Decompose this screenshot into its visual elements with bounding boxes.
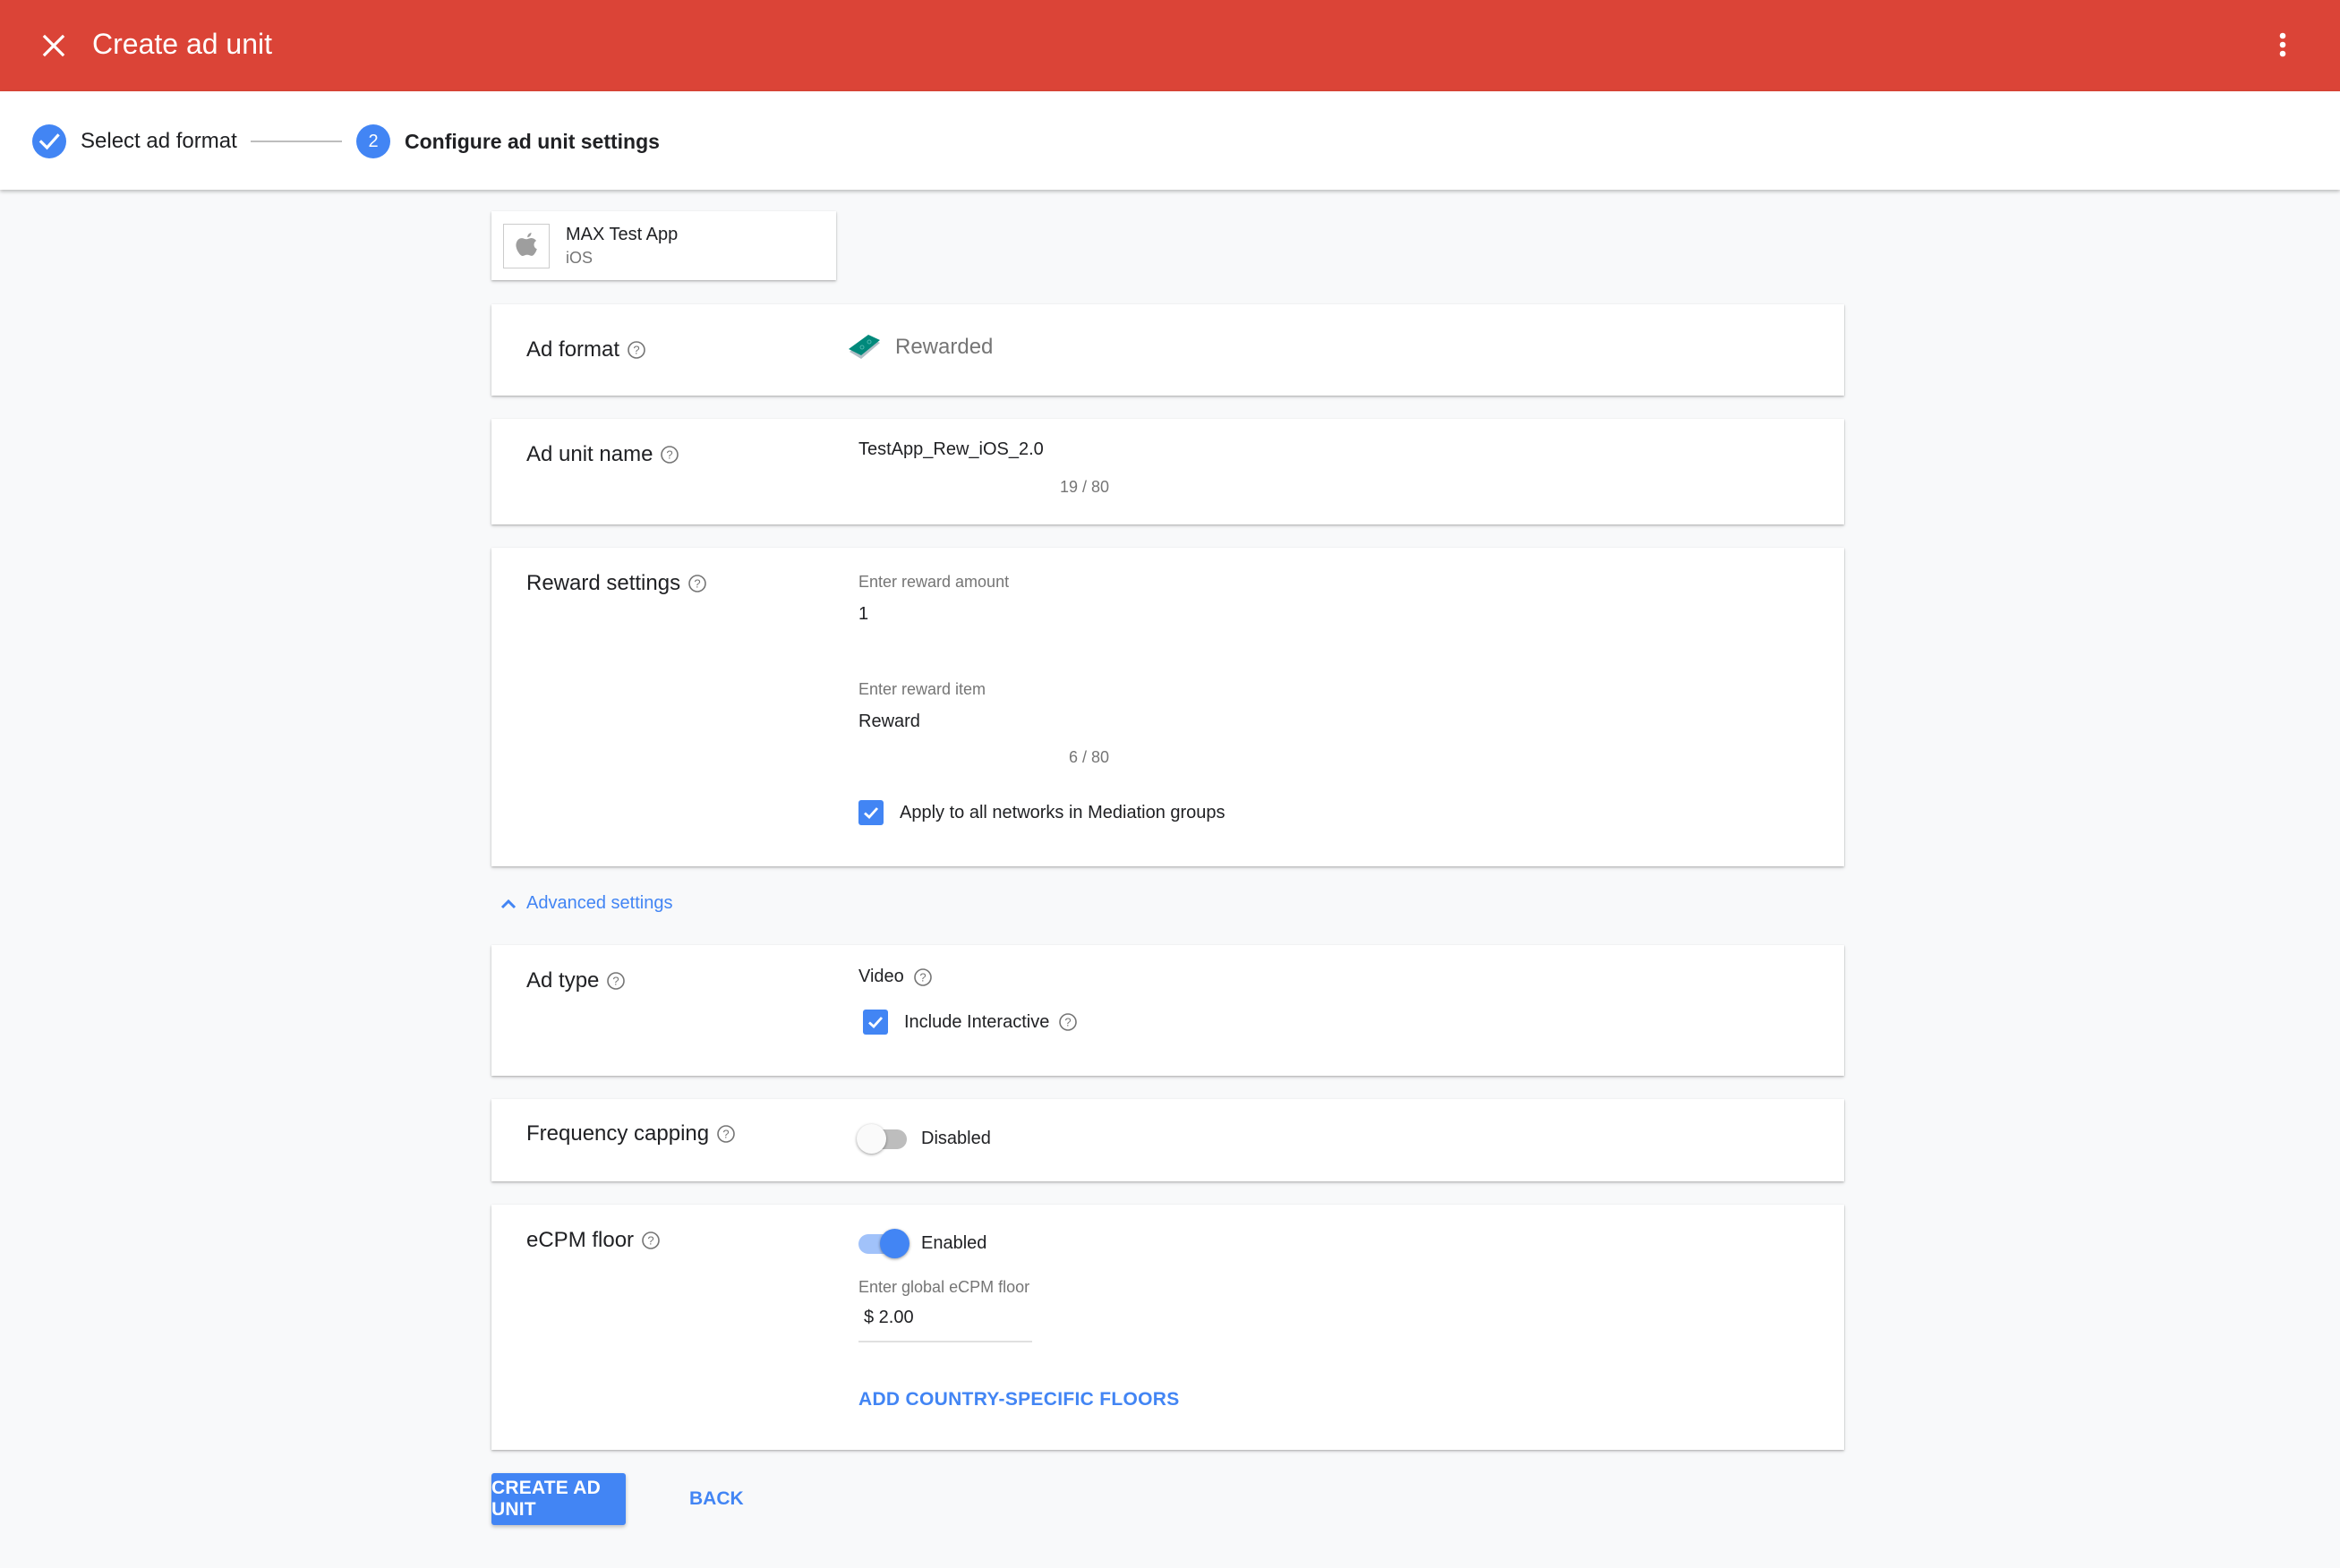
ad-unit-name-field[interactable]: TestApp_Rew_iOS_2.0 19 / 80: [858, 437, 1109, 498]
frequency-capping-toggle[interactable]: [857, 1123, 909, 1154]
help-icon[interactable]: ?: [606, 971, 626, 991]
check-icon: [38, 133, 60, 150]
ad-format-label: Ad format ?: [526, 336, 646, 364]
frequency-capping-state: Disabled: [921, 1128, 991, 1148]
reward-amount-field[interactable]: Enter reward amount 1: [858, 571, 1009, 626]
ad-format-card: Ad format ? Rewarded: [491, 304, 1844, 396]
svg-text:?: ?: [647, 1234, 653, 1248]
step-2-label: Configure ad unit settings: [405, 130, 660, 153]
svg-text:?: ?: [613, 975, 619, 988]
reward-item-counter: 6 / 80: [1068, 748, 1109, 766]
include-interactive-checkbox[interactable]: [863, 1010, 888, 1035]
frequency-capping-toggle-row: Disabled: [857, 1123, 991, 1154]
svg-text:?: ?: [723, 1128, 730, 1141]
app-platform: iOS: [566, 249, 594, 267]
reward-item-input[interactable]: Reward: [858, 709, 1109, 734]
reward-amount-label: Enter reward amount: [858, 573, 1010, 591]
frequency-capping-label: Frequency capping ?: [526, 1120, 736, 1148]
reward-item-field[interactable]: Enter reward item Reward 6 / 80: [858, 678, 1109, 768]
step-1-label[interactable]: Select ad format: [81, 127, 237, 156]
help-icon[interactable]: ?: [913, 967, 933, 987]
apply-all-networks-label[interactable]: Apply to all networks in Mediation group…: [900, 803, 1226, 823]
global-ecpm-floor-field[interactable]: Enter global eCPM floor $ 2.00: [858, 1276, 1032, 1342]
ecpm-floor-state: Enabled: [921, 1232, 987, 1253]
ad-unit-name-label: Ad unit name ?: [526, 440, 679, 469]
step-1-completed-badge[interactable]: [32, 124, 66, 158]
close-button[interactable]: [36, 28, 72, 64]
stepper: Select ad format 2 Configure ad unit set…: [0, 91, 2340, 190]
advanced-settings-label[interactable]: Advanced settings: [526, 893, 672, 914]
ecpm-floor-label-text: eCPM floor: [526, 1228, 635, 1252]
app-name: MAX Test App: [566, 225, 679, 244]
input-underline: [858, 1341, 1032, 1342]
add-country-floors-link[interactable]: ADD COUNTRY-SPECIFIC FLOORS: [858, 1389, 1180, 1410]
include-interactive-label[interactable]: Include Interactive: [904, 1012, 1049, 1033]
svg-text:?: ?: [694, 577, 700, 591]
close-icon: [42, 34, 65, 57]
chevron-up-icon: [500, 899, 517, 908]
help-icon[interactable]: ?: [1058, 1012, 1078, 1032]
page-title: Create ad unit: [92, 28, 273, 60]
more-options-button[interactable]: [2268, 28, 2297, 64]
create-ad-unit-button[interactable]: CREATE AD UNIT: [491, 1473, 626, 1525]
step-2-number-badge: 2: [356, 124, 390, 158]
back-button[interactable]: BACK: [689, 1473, 744, 1525]
apply-all-networks-row: Apply to all networks in Mediation group…: [858, 800, 1226, 825]
ad-format-value-text: Rewarded: [895, 335, 994, 359]
ecpm-floor-toggle[interactable]: [857, 1228, 910, 1258]
reward-settings-card: Reward settings ? Enter reward amount 1 …: [491, 548, 1844, 866]
global-ecpm-floor-input[interactable]: $ 2.00: [858, 1305, 1032, 1330]
ecpm-floor-card: eCPM floor ? Enabled Enter global eCPM f…: [491, 1205, 1844, 1450]
global-ecpm-floor-label: Enter global eCPM floor: [858, 1278, 1030, 1296]
video-row: Video ?: [858, 967, 933, 987]
app-card: MAX Test App iOS: [491, 211, 836, 280]
apple-icon: [516, 233, 537, 257]
video-label: Video: [858, 967, 904, 986]
include-interactive-row: Include Interactive ?: [863, 1010, 1078, 1035]
reward-settings-label: Reward settings ?: [526, 569, 707, 598]
ad-type-label: Ad type ?: [526, 967, 626, 995]
svg-text:?: ?: [919, 970, 926, 984]
toggle-thumb: [857, 1124, 886, 1154]
ad-type-card: Ad type ? Video ? Include Interactive ?: [491, 945, 1844, 1076]
help-icon[interactable]: ?: [687, 574, 707, 593]
help-icon[interactable]: ?: [716, 1124, 736, 1144]
help-icon[interactable]: ?: [627, 340, 646, 360]
check-icon: [868, 1017, 884, 1028]
reward-amount-input[interactable]: 1: [858, 601, 1009, 626]
rewarded-icon: [849, 335, 880, 359]
more-vert-icon: [2279, 32, 2286, 57]
apply-all-networks-checkbox[interactable]: [858, 800, 884, 825]
check-icon: [864, 807, 879, 819]
frequency-capping-label-text: Frequency capping: [526, 1121, 710, 1146]
ad-format-value: Rewarded: [847, 332, 993, 362]
ad-unit-name-counter: 19 / 80: [1059, 478, 1109, 496]
ad-unit-name-label-text: Ad unit name: [526, 442, 653, 466]
toggle-thumb: [880, 1229, 910, 1258]
include-interactive-label-group: Include Interactive ?: [904, 1012, 1078, 1033]
reward-settings-label-text: Reward settings: [526, 571, 681, 595]
svg-text:?: ?: [1065, 1016, 1072, 1029]
ecpm-floor-toggle-row: Enabled: [857, 1228, 986, 1258]
ad-unit-name-card: Ad unit name ? TestApp_Rew_iOS_2.0 19 / …: [491, 419, 1844, 524]
app-icon-box: [503, 224, 550, 268]
ad-type-label-text: Ad type: [526, 968, 600, 993]
step-connector: [251, 141, 342, 142]
ecpm-floor-label: eCPM floor ?: [526, 1226, 661, 1255]
advanced-settings-toggle[interactable]: Advanced settings: [500, 893, 672, 914]
ad-format-label-text: Ad format: [526, 337, 620, 362]
reward-item-label: Enter reward item: [858, 680, 986, 698]
svg-text:?: ?: [633, 344, 639, 357]
app-bar: Create ad unit: [0, 0, 2340, 91]
ad-unit-name-input[interactable]: TestApp_Rew_iOS_2.0: [858, 437, 1109, 462]
svg-text:?: ?: [667, 448, 673, 462]
help-icon[interactable]: ?: [660, 445, 679, 464]
frequency-capping-card: Frequency capping ? Disabled: [491, 1099, 1844, 1181]
help-icon[interactable]: ?: [641, 1231, 661, 1250]
